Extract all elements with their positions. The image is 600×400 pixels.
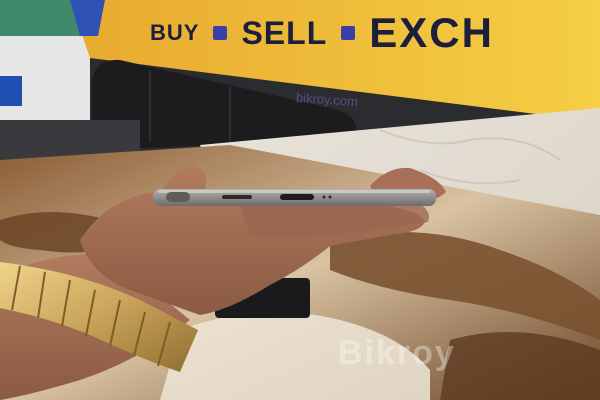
usb-c-port [280, 194, 314, 200]
phone-frame-highlight [158, 190, 430, 193]
blue-object [0, 76, 22, 106]
mic-hole-1 [322, 195, 326, 199]
s-pen-slot [166, 192, 190, 202]
watermark-logo: Bikroy [338, 334, 456, 372]
rug-dark-patch-3 [440, 332, 600, 400]
banner-word-buy: BUY [150, 20, 200, 45]
photo-scene: BUY SELL EXCH bikroy.com Bikroy [0, 0, 600, 400]
banner-separator-dot-1 [213, 26, 228, 40]
shop-banner-slogan: BUY SELL EXCH [150, 8, 600, 58]
shelf-board [0, 0, 80, 36]
speaker-grille [222, 195, 252, 199]
banner-separator-dot-2 [341, 26, 356, 40]
mic-hole-2 [328, 195, 332, 199]
banner-word-exchange: EXCH [369, 9, 494, 56]
scene-graphics [0, 0, 600, 400]
banner-word-sell: SELL [241, 14, 328, 51]
